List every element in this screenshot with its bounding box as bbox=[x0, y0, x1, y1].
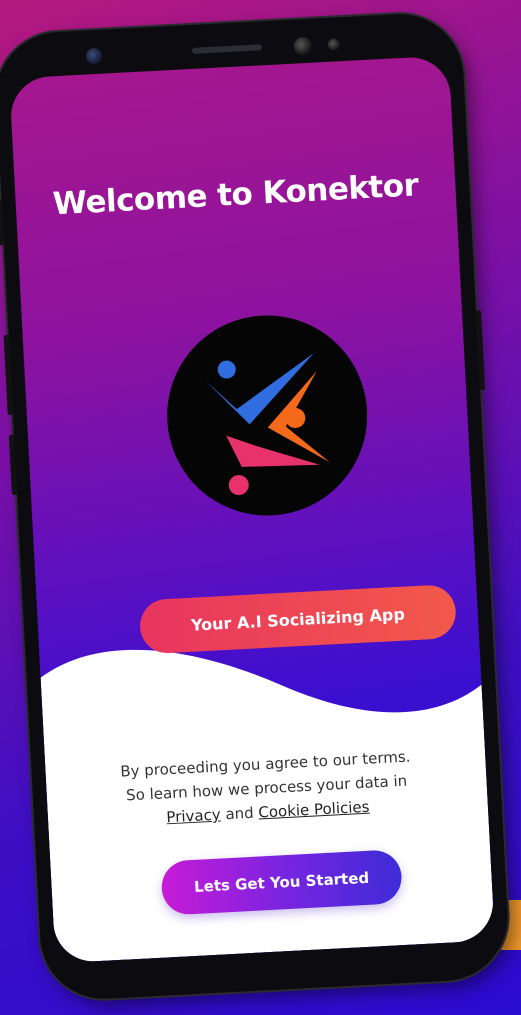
side-button bbox=[8, 434, 17, 495]
konektor-logo-icon bbox=[167, 315, 368, 516]
front-camera-icon bbox=[85, 47, 103, 65]
sensor-icon bbox=[293, 36, 313, 56]
power-button bbox=[475, 310, 486, 391]
privacy-link[interactable]: Privacy bbox=[166, 805, 221, 826]
speaker-grille bbox=[191, 44, 263, 54]
phone-frame: Welcome to Konektor Your A.I Socializing… bbox=[0, 10, 511, 1003]
phone-mockup: Welcome to Konektor Your A.I Socializing… bbox=[0, 0, 521, 1015]
side-button bbox=[0, 200, 4, 246]
cookie-policies-link[interactable]: Cookie Policies bbox=[258, 798, 370, 822]
app-screen: Welcome to Konektor Your A.I Socializing… bbox=[9, 55, 495, 964]
sensor-icon bbox=[327, 38, 341, 51]
volume-button bbox=[3, 334, 13, 416]
terms-and-text: and bbox=[224, 803, 255, 824]
